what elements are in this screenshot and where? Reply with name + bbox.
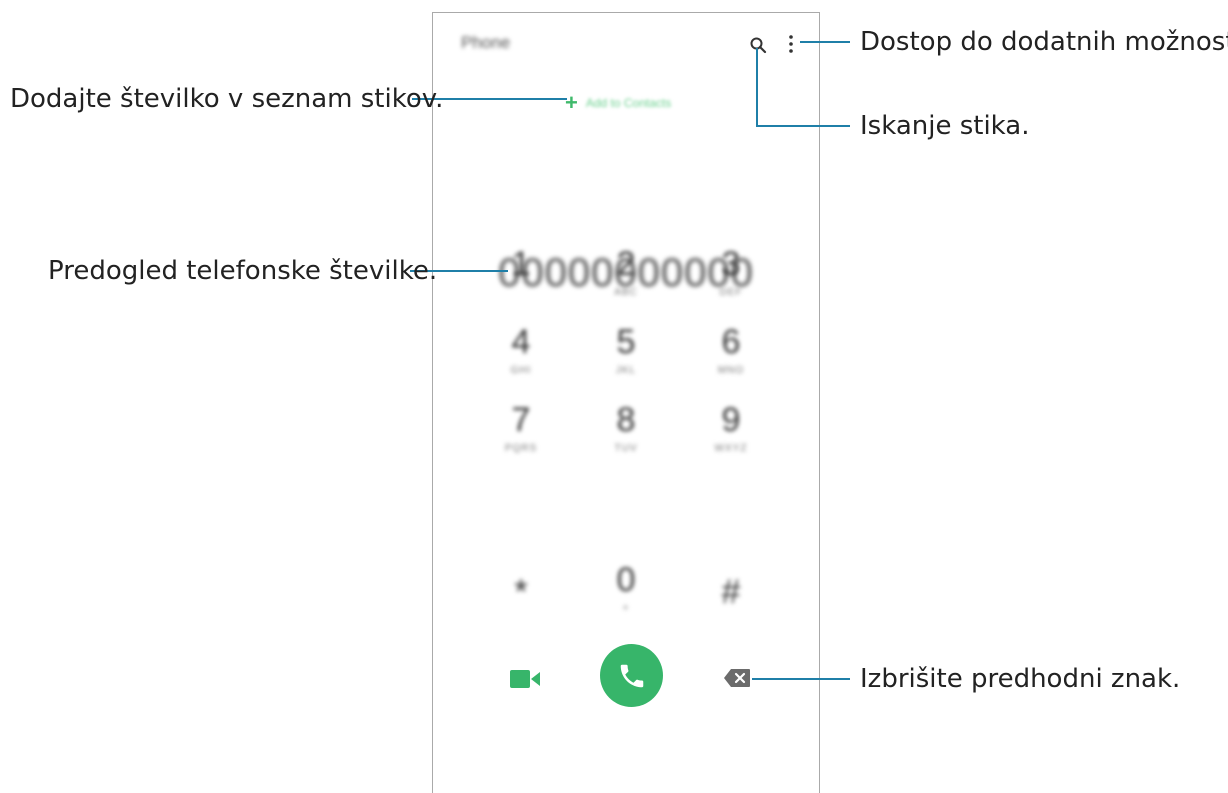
key-1[interactable]: 1 [481, 245, 561, 299]
callout-add-number: Dodajte številko v seznam stikov. [10, 84, 444, 114]
callout-search-contact: Iskanje stika. [860, 111, 1030, 141]
key-letters: PQRS [504, 443, 538, 454]
video-call-icon[interactable] [509, 668, 541, 690]
key-digit: 1 [511, 245, 531, 283]
phone-screen: Phone + Add to Contacts 00000000000 1 2A… [432, 12, 820, 793]
key-digit: 7 [511, 401, 531, 439]
key-digit: 2 [616, 245, 636, 283]
key-0[interactable]: 0 + [586, 561, 666, 615]
key-digit: # [721, 573, 741, 611]
key-letters [691, 615, 771, 627]
add-to-contacts-button[interactable]: + Add to Contacts [565, 90, 672, 115]
key-digit: * [514, 573, 528, 611]
key-3[interactable]: 3 DEF [691, 245, 771, 299]
key-letters: WXYZ [714, 443, 748, 454]
key-7[interactable]: 7 PQRS [481, 401, 561, 455]
key-letters: MNO [717, 365, 745, 376]
key-letters: ABC [614, 287, 638, 298]
key-digit: 6 [721, 323, 741, 361]
key-letters: + [622, 603, 630, 614]
search-icon[interactable] [749, 36, 767, 54]
key-digit: 5 [616, 323, 636, 361]
plus-icon: + [565, 90, 578, 115]
callout-number-preview: Predogled telefonske številke. [48, 256, 438, 286]
add-to-contacts-label: Add to Contacts [585, 96, 672, 110]
key-6[interactable]: 6 MNO [691, 323, 771, 377]
leader-line-more-options [800, 41, 850, 43]
leader-line-delete-char [752, 678, 850, 680]
more-options-icon[interactable] [788, 33, 794, 55]
key-digit: 0 [616, 561, 636, 599]
key-star[interactable]: * [481, 573, 561, 627]
key-9[interactable]: 9 WXYZ [691, 401, 771, 455]
key-hash[interactable]: # [691, 573, 771, 627]
key-5[interactable]: 5 JKL [586, 323, 666, 377]
key-letters: GHI [510, 365, 532, 376]
key-letters [481, 287, 561, 299]
key-digit: 9 [721, 401, 741, 439]
phone-icon [620, 664, 643, 687]
callout-more-options: Dostop do dodatnih možnosti. [860, 27, 1228, 57]
key-2[interactable]: 2 ABC [586, 245, 666, 299]
key-8[interactable]: 8 TUV [586, 401, 666, 455]
key-digit: 8 [616, 401, 636, 439]
key-4[interactable]: 4 GHI [481, 323, 561, 377]
app-title: Phone [461, 33, 511, 52]
key-letters: DEF [719, 287, 743, 298]
key-digit: 4 [511, 323, 531, 361]
key-letters [481, 615, 561, 627]
leader-line-search [756, 48, 758, 127]
key-letters: TUV [614, 443, 638, 454]
leader-line-search-h [756, 125, 850, 127]
call-button[interactable] [600, 644, 663, 707]
key-digit: 3 [721, 245, 741, 283]
key-letters: JKL [615, 365, 637, 376]
backspace-icon[interactable] [723, 668, 751, 688]
callout-delete-char: Izbrišite predhodni znak. [860, 664, 1181, 694]
